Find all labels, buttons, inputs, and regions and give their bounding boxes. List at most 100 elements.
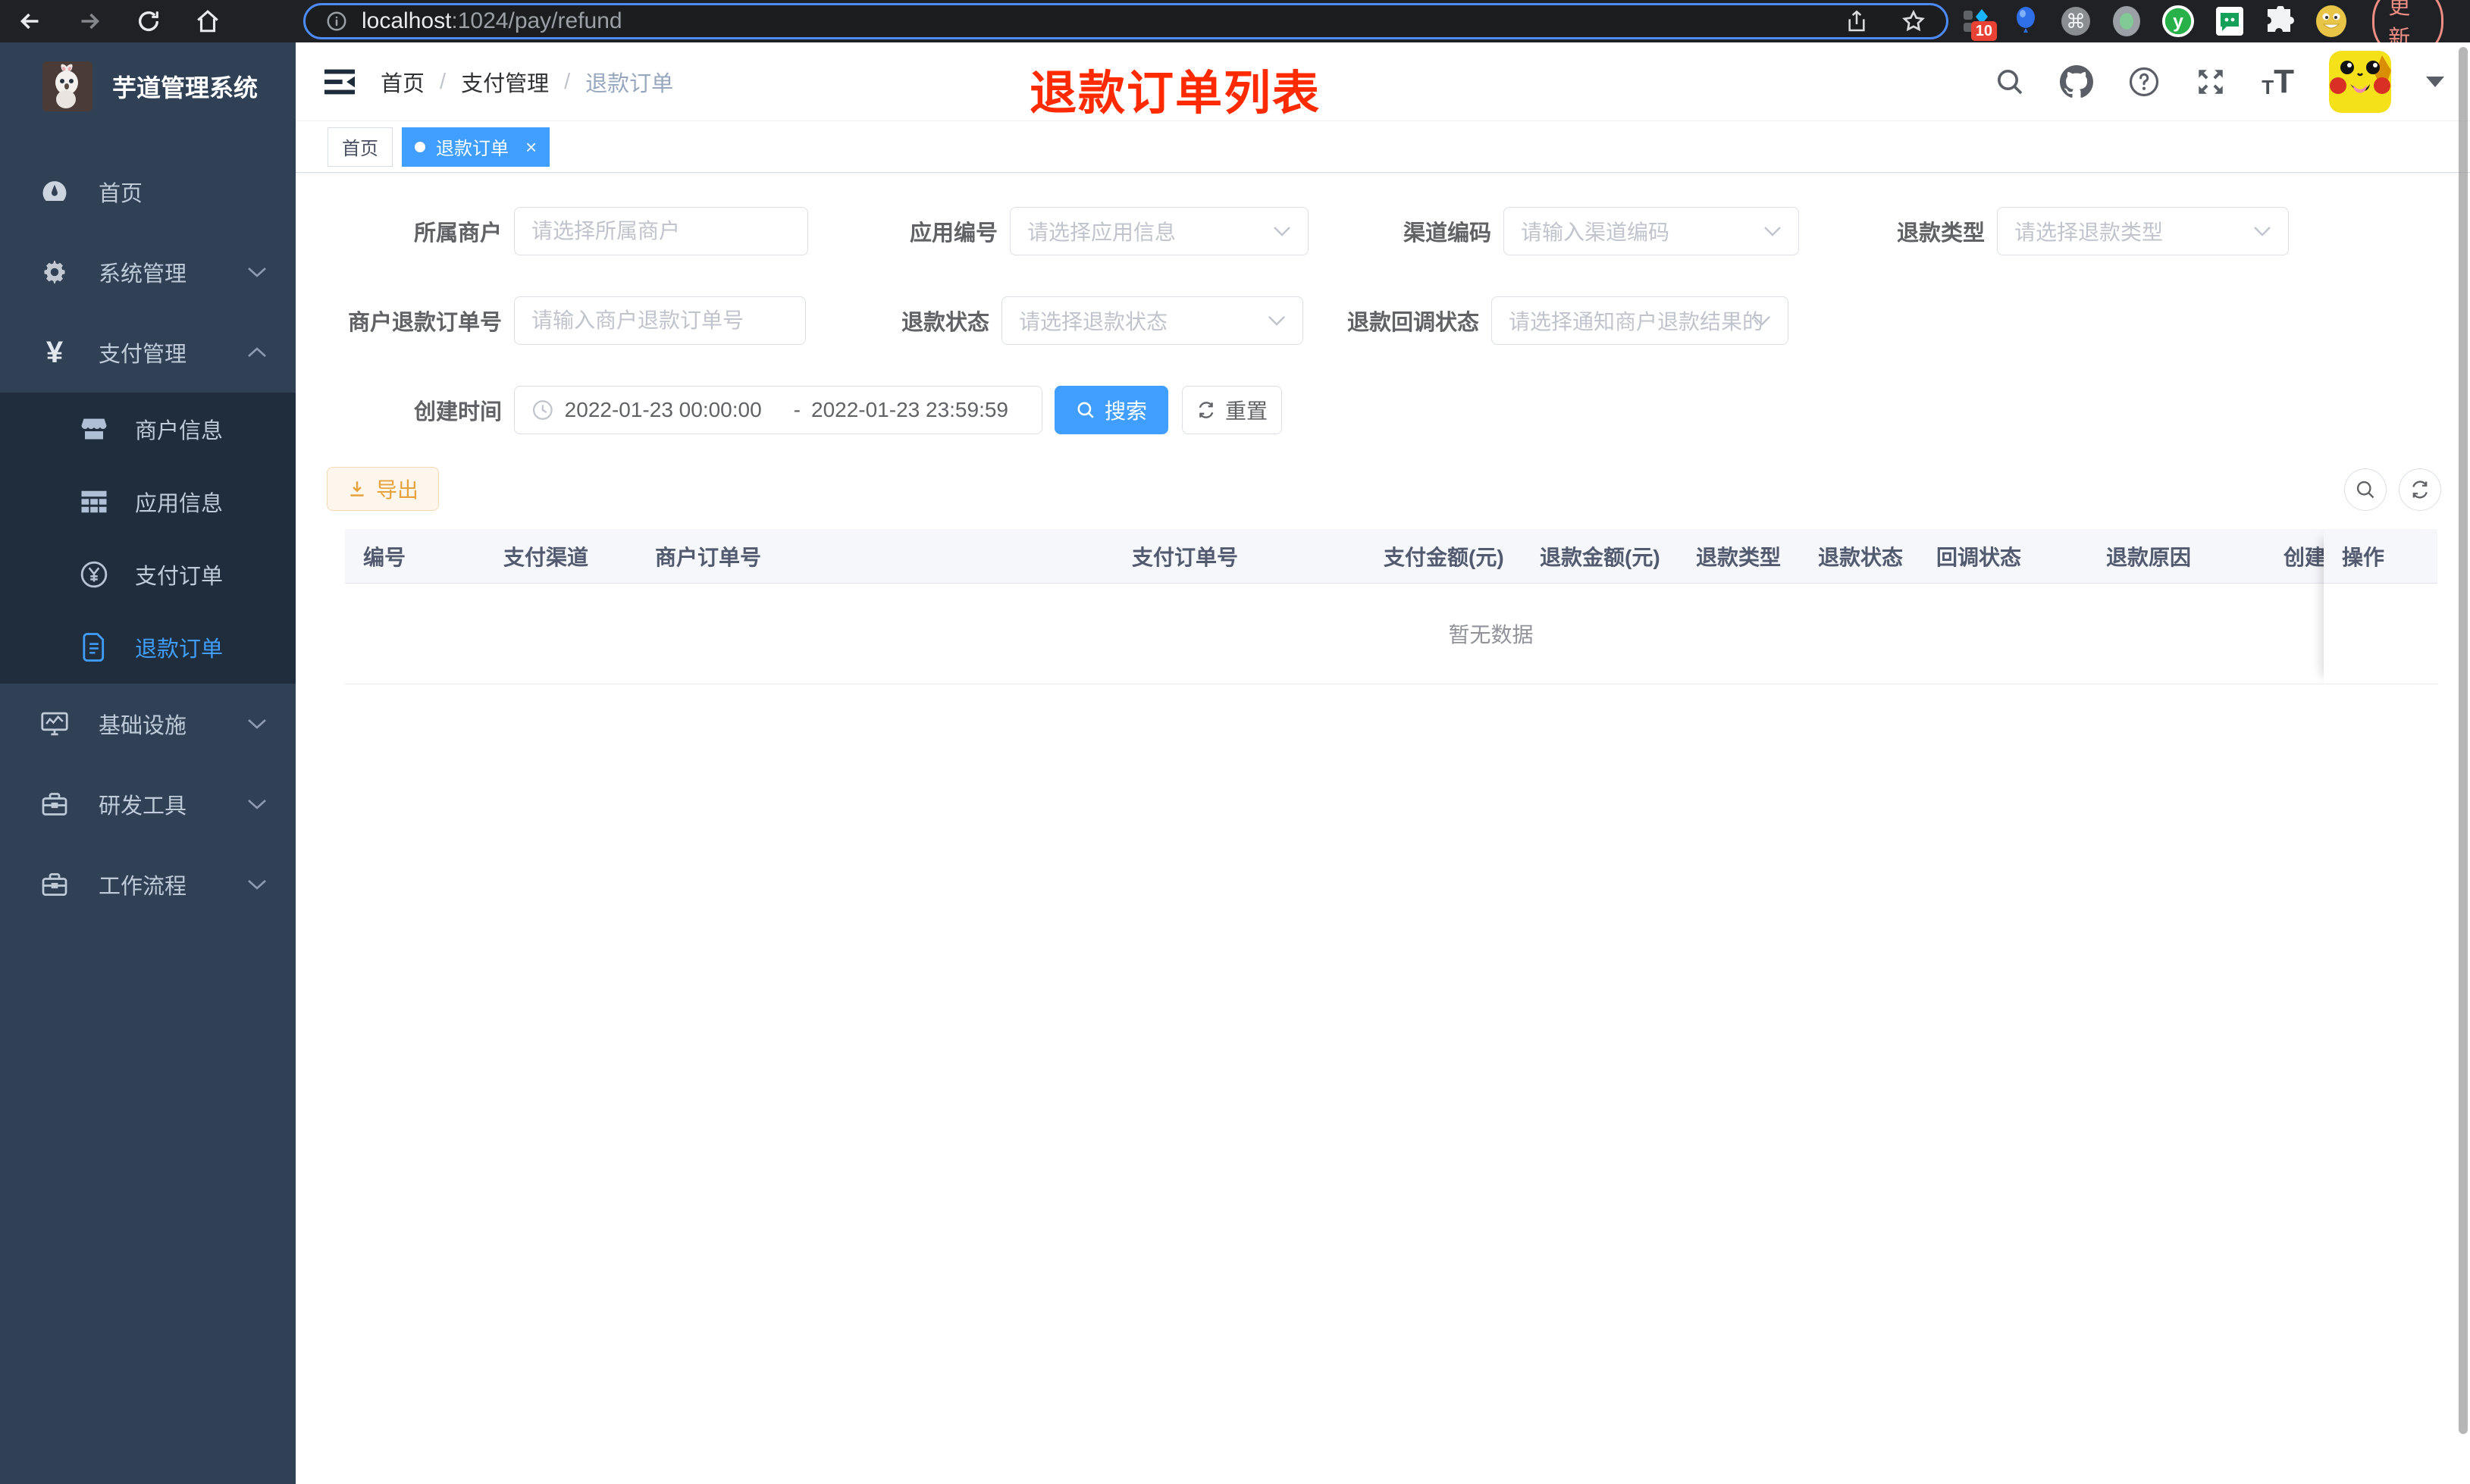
refund-status-select[interactable]: 请选择退款状态	[1001, 296, 1303, 345]
chevron-up-icon	[247, 346, 267, 358]
app-id-select[interactable]: 请选择应用信息	[1010, 207, 1309, 255]
fullscreen-icon[interactable]	[2195, 66, 2227, 98]
column-header: 退款原因	[2106, 545, 2192, 569]
extension-badge: 10	[1970, 21, 1997, 41]
breadcrumb: 首页 / 支付管理 / 退款订单	[381, 42, 673, 121]
extension-emoji-icon[interactable]	[2315, 5, 2348, 38]
browser-topbar: localhost:1024/pay/refund 10 ⌘ y 更新	[0, 0, 2470, 59]
search-icon[interactable]	[1995, 67, 2025, 97]
sidebar-item-label: 基础设施	[99, 714, 187, 738]
merchant-refund-no-input[interactable]	[514, 296, 806, 345]
merchant-input-field[interactable]	[531, 219, 791, 243]
sidebar-item-app-info[interactable]: 应用信息	[0, 465, 296, 538]
sidebar-submenu-pay: 商户信息 应用信息 支付订单 退款订单	[0, 393, 296, 684]
refresh-icon	[1199, 402, 1214, 418]
site-info-icon[interactable]	[325, 10, 348, 33]
refund-table: 编号 支付渠道 商户订单号 支付订单号 支付金额(元) 退款金额(元) 退款类型…	[330, 529, 2437, 684]
home-icon[interactable]	[193, 6, 223, 36]
filter-refund-status: 退款状态 请选择退款状态	[826, 296, 1303, 345]
table-empty-row: 暂无数据	[345, 584, 2437, 684]
sidebar-item-pay-order[interactable]: 支付订单	[0, 538, 296, 611]
fixed-action-column: 操作	[2324, 529, 2437, 685]
svg-text:y: y	[2173, 11, 2183, 33]
table-scroll-area[interactable]: 编号 支付渠道 商户订单号 支付订单号 支付金额(元) 退款金额(元) 退款类型…	[330, 529, 2437, 684]
sidebar-item-home[interactable]: 首页	[0, 152, 296, 232]
column-header: 回调状态	[1936, 545, 2022, 569]
sidebar-item-system[interactable]: 系统管理	[0, 232, 296, 312]
sidebar-logo-row[interactable]: 芋道管理系统	[0, 42, 296, 130]
date-start[interactable]: 2022-01-23 00:00:00	[565, 398, 783, 422]
avatar-caret-icon[interactable]	[2426, 77, 2444, 87]
share-icon[interactable]	[1845, 9, 1869, 33]
column-header: 退款金额(元)	[1540, 545, 1660, 569]
breadcrumb-separator: /	[564, 69, 571, 94]
export-button[interactable]: 导出	[327, 467, 440, 511]
extension-chat-icon[interactable]	[2215, 5, 2245, 38]
extension-balloon-icon[interactable]	[2011, 5, 2040, 38]
user-avatar[interactable]	[2329, 51, 2391, 113]
font-size-icon[interactable]: TT	[2262, 65, 2294, 99]
breadcrumb-home[interactable]: 首页	[381, 66, 425, 98]
filter-create-time: 创建时间 2022-01-23 00:00:00 - 2022-01-23 23…	[311, 386, 1042, 434]
callback-status-select[interactable]: 请选择通知商户退款结果的	[1491, 296, 1788, 345]
dashboard-icon	[39, 179, 70, 205]
filter-merchant-refund-no: 商户退款订单号	[311, 296, 806, 345]
search-button[interactable]: 搜索	[1055, 386, 1168, 434]
tab-refund-order[interactable]: 退款订单 ×	[402, 127, 550, 167]
url-bar[interactable]: localhost:1024/pay/refund	[303, 3, 1948, 39]
extension-puzzle-icon[interactable]	[2265, 5, 2295, 38]
forward-icon[interactable]	[74, 6, 105, 36]
sidebar-item-label: 工作流程	[99, 875, 187, 899]
github-icon[interactable]	[2060, 65, 2094, 99]
tab-home[interactable]: 首页	[328, 127, 393, 167]
refresh-table-button[interactable]	[2399, 468, 2441, 511]
merchant-refund-no-field[interactable]	[531, 308, 788, 333]
merchant-input[interactable]	[514, 207, 808, 255]
help-icon[interactable]	[2128, 66, 2160, 98]
sidebar-item-dev-tools[interactable]: 研发工具	[0, 764, 296, 844]
sidebar-item-pay[interactable]: ¥ 支付管理	[0, 312, 296, 393]
sidebar-item-label: 支付管理	[99, 343, 187, 367]
extension-tabs-icon[interactable]: 10	[1961, 5, 1997, 41]
export-button-label: 导出	[376, 478, 419, 502]
page-scrollbar[interactable]	[2459, 47, 2468, 1434]
sidebar-item-label: 系统管理	[99, 262, 187, 286]
reload-icon[interactable]	[133, 6, 164, 36]
refund-type-select[interactable]: 请选择退款类型	[1997, 207, 2289, 255]
store-icon	[79, 416, 109, 442]
sidebar-item-workflow[interactable]: 工作流程	[0, 844, 296, 925]
sidebar-item-label: 应用信息	[135, 492, 224, 516]
column-header: 退款类型	[1696, 545, 1782, 569]
back-icon[interactable]	[15, 6, 45, 36]
gear-icon	[39, 258, 70, 286]
sidebar-item-label: 研发工具	[99, 794, 187, 819]
tab-label: 首页	[342, 139, 378, 159]
channel-code-select[interactable]: 请输入渠道编码	[1503, 207, 1799, 255]
filter-merchant: 所属商户	[311, 207, 808, 255]
breadcrumb-pay[interactable]: 支付管理	[461, 66, 549, 98]
sidebar-item-merchant-info[interactable]: 商户信息	[0, 393, 296, 465]
search-icon	[1077, 402, 1094, 418]
main-area: 首页 / 支付管理 / 退款订单 退款订单列表 TT 首页 退款订单 × 所属商…	[296, 42, 2470, 1484]
breadcrumb-separator: /	[440, 69, 447, 94]
extension-gray-dot-icon[interactable]	[2111, 5, 2142, 38]
date-range-picker[interactable]: 2022-01-23 00:00:00 - 2022-01-23 23:59:5…	[514, 386, 1042, 434]
fixed-action-cell	[2324, 584, 2437, 684]
yen-circle-icon	[79, 560, 109, 589]
extension-y-icon[interactable]: y	[2161, 5, 2195, 38]
monitor-icon	[39, 711, 70, 737]
bookmark-star-icon[interactable]	[1901, 8, 1926, 34]
date-end[interactable]: 2022-01-23 23:59:59	[811, 398, 1025, 422]
sidebar-collapse-icon[interactable]	[323, 67, 356, 97]
reset-button[interactable]: 重置	[1182, 386, 1282, 434]
column-header: 编号	[363, 545, 406, 569]
extension-command-icon[interactable]: ⌘	[2060, 5, 2092, 38]
empty-text: 暂无数据	[1448, 623, 1534, 647]
sidebar-item-infra[interactable]: 基础设施	[0, 684, 296, 764]
toggle-search-button[interactable]	[2344, 468, 2387, 511]
sidebar-item-refund-order[interactable]: 退款订单	[0, 611, 296, 684]
tab-close-icon[interactable]: ×	[525, 137, 537, 157]
logo-rabbit-avatar	[42, 61, 92, 111]
content: 所属商户 应用编号 请选择应用信息 渠道编码 请输入渠道编码 退款类型 请选择退…	[296, 173, 2470, 1484]
column-header: 操作	[2342, 545, 2385, 569]
